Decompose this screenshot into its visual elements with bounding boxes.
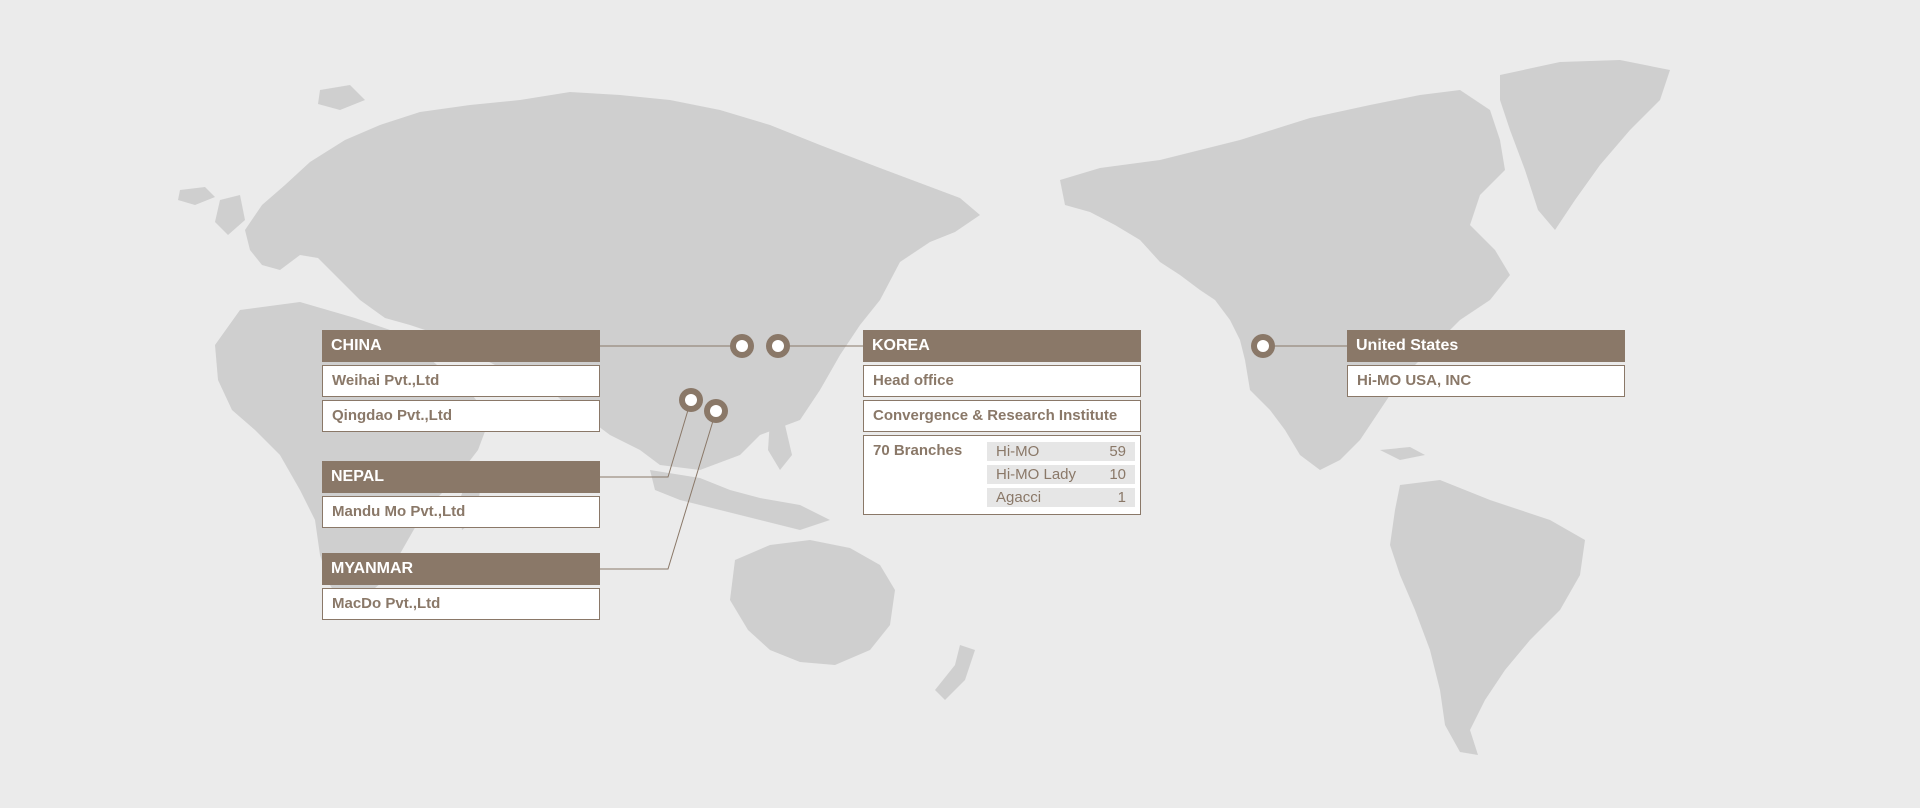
landmass-new-zealand — [935, 645, 975, 700]
brand-row-himo: Hi-MO 59 — [987, 442, 1135, 461]
marker-korea[interactable] — [766, 334, 790, 358]
marker-myanmar[interactable] — [704, 399, 728, 423]
korea-branches-label: 70 Branches — [873, 442, 963, 459]
nepal-item-mandu: Mandu Mo Pvt.,Ltd — [322, 496, 600, 528]
brand-name: Hi-MO — [996, 443, 1040, 460]
korea-branches-panel: 70 Branches Hi-MO 59 Hi-MO Lady 10 Agacc… — [863, 435, 1141, 515]
brand-count: 1 — [1117, 489, 1126, 506]
brand-count: 59 — [1109, 443, 1126, 460]
landmass-uk — [215, 195, 245, 235]
korea-item-head-office: Head office — [863, 365, 1141, 397]
brand-row-himo-lady: Hi-MO Lady 10 — [987, 465, 1135, 484]
landmass-philippines — [768, 420, 792, 470]
usa-header: United States — [1347, 330, 1625, 362]
landmass-iceland — [178, 187, 215, 205]
marker-china[interactable] — [730, 334, 754, 358]
brand-row-agacci: Agacci 1 — [987, 488, 1135, 507]
landmass-greenland — [1500, 60, 1670, 230]
brand-name: Agacci — [996, 489, 1042, 506]
landmass-indonesia — [650, 470, 830, 530]
china-item-qingdao: Qingdao Pvt.,Ltd — [322, 400, 600, 432]
marker-usa[interactable] — [1251, 334, 1275, 358]
landmass-australia — [730, 540, 895, 665]
brand-count: 10 — [1109, 466, 1126, 483]
myanmar-header: MYANMAR — [322, 553, 600, 585]
china-header: CHINA — [322, 330, 600, 362]
brand-name: Hi-MO Lady — [996, 466, 1077, 483]
nepal-header: NEPAL — [322, 461, 600, 493]
myanmar-item-macdo: MacDo Pvt.,Ltd — [322, 588, 600, 620]
landmass-greenland-north-east — [318, 85, 365, 110]
korea-header: KOREA — [863, 330, 1141, 362]
marker-nepal[interactable] — [679, 388, 703, 412]
korea-item-research-institute: Convergence & Research Institute — [863, 400, 1141, 432]
landmass-caribbean — [1380, 447, 1425, 460]
landmass-south-america — [1390, 480, 1585, 755]
usa-item-himo-usa: Hi-MO USA, INC — [1347, 365, 1625, 397]
china-item-weihai: Weihai Pvt.,Ltd — [322, 365, 600, 397]
